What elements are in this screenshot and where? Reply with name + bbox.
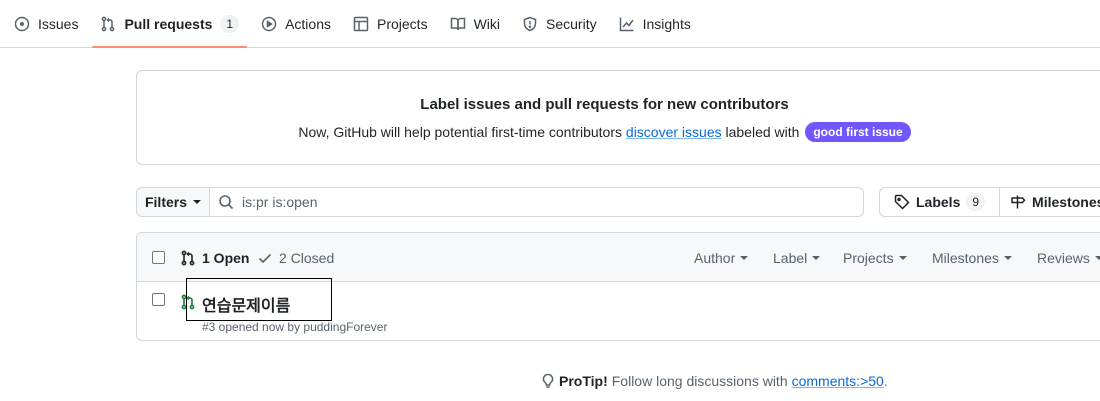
closed-filter[interactable]: 2 Closed: [257, 250, 334, 266]
pr-meta: #3 opened now by puddingForever: [202, 320, 388, 334]
banner-desc-before: Now, GitHub will help potential first-ti…: [298, 124, 623, 140]
list-header: 1 Open 2 Closed Author Label Projects Mi…: [137, 233, 1100, 282]
reviews-filter-label: Reviews: [1037, 250, 1090, 266]
caret-down-icon: [812, 256, 821, 260]
row-checkbox[interactable]: [152, 293, 165, 306]
graph-icon: [619, 17, 634, 31]
protip-lead: ProTip!: [559, 373, 608, 389]
caret-down-icon: [1003, 256, 1012, 260]
tab-issues-label: Issues: [38, 15, 79, 32]
good-first-issue-label[interactable]: good first issue: [805, 122, 911, 142]
protip-text: Follow long discussions with: [611, 373, 788, 389]
milestone-icon: [1011, 195, 1026, 209]
git-pull-request-icon: [181, 250, 195, 266]
label-filter-label: Label: [773, 250, 808, 266]
milestones-filter[interactable]: Milestones: [932, 250, 1012, 266]
reviews-filter[interactable]: Reviews: [1037, 250, 1100, 266]
label-filter[interactable]: Label: [773, 250, 821, 266]
labels-button-label: Labels: [916, 194, 961, 210]
table-icon: [353, 16, 369, 31]
git-pull-request-icon: [102, 16, 115, 31]
author-filter-label: Author: [694, 250, 736, 266]
tab-wiki[interactable]: Wiki: [442, 0, 508, 47]
tab-insights-label: Insights: [642, 15, 691, 32]
milestones-filter-label: Milestones: [932, 250, 999, 266]
search-input[interactable]: [242, 194, 842, 210]
labels-count: 9: [966, 193, 986, 211]
tab-projects-label: Projects: [377, 15, 428, 32]
light-bulb-icon: [542, 373, 554, 388]
author-filter[interactable]: Author: [694, 250, 749, 266]
open-count-label: 1 Open: [202, 250, 250, 266]
discover-issues-link[interactable]: discover issues: [626, 124, 722, 140]
filters-button-label: Filters: [144, 194, 187, 210]
projects-filter[interactable]: Projects: [843, 250, 907, 266]
tab-wiki-label: Wiki: [473, 15, 501, 32]
banner-title: Label issues and pull requests for new c…: [420, 96, 789, 113]
issue-opened-icon: [14, 16, 30, 31]
filter-bar: Filters: [136, 187, 864, 217]
tab-issues[interactable]: Issues: [6, 0, 86, 47]
tab-pull-requests[interactable]: Pull requests 1: [92, 0, 247, 48]
open-filter[interactable]: 1 Open: [180, 250, 249, 266]
shield-icon: [523, 16, 537, 31]
comments-filter-link[interactable]: comments:>50: [792, 373, 884, 389]
milestones-button-label: Milestones: [1032, 194, 1100, 210]
repo-nav: Issues Pull requests 1 Actions Projects …: [0, 0, 1100, 48]
protip-end: .: [883, 373, 888, 389]
check-icon: [258, 253, 272, 264]
projects-filter-label: Projects: [843, 250, 894, 266]
tab-actions-label: Actions: [285, 15, 331, 32]
pull-requests-count: 1: [220, 14, 240, 33]
banner-desc-after: labeled with: [725, 124, 800, 140]
banner-description: Now, GitHub will help potential first-ti…: [137, 122, 1072, 142]
table-row[interactable]: 연습문제이름 #3 opened now by puddingForever: [137, 278, 1100, 340]
caret-down-icon: [193, 200, 201, 204]
caret-down-icon: [740, 256, 749, 260]
tab-insights[interactable]: Insights: [611, 0, 699, 47]
milestones-button[interactable]: Milestones 0: [999, 188, 1100, 216]
select-all-checkbox[interactable]: [152, 251, 165, 264]
caret-down-icon: [1094, 256, 1100, 260]
caret-down-icon: [898, 256, 907, 260]
pull-request-list: 1 Open 2 Closed Author Label Projects Mi…: [136, 232, 1100, 341]
tab-security-label: Security: [546, 15, 597, 32]
search-icon: [219, 195, 234, 210]
tab-actions[interactable]: Actions: [253, 0, 339, 47]
labels-button[interactable]: Labels 9: [880, 188, 999, 216]
closed-count-label: 2 Closed: [279, 250, 335, 266]
tab-projects[interactable]: Projects: [345, 0, 436, 47]
new-contributors-banner: Label issues and pull requests for new c…: [136, 70, 1100, 165]
protip-content: ProTip! Follow long discussions with com…: [541, 373, 888, 389]
filters-button[interactable]: Filters: [137, 188, 210, 216]
search-box: [210, 188, 863, 216]
tab-security[interactable]: Security: [514, 0, 605, 47]
book-icon: [450, 17, 465, 30]
labels-milestones-group: Labels 9 Milestones 0: [879, 187, 1100, 217]
annotation-box: [186, 278, 332, 321]
tag-icon: [894, 194, 910, 210]
play-icon: [261, 16, 277, 31]
tab-pull-requests-label: Pull requests: [124, 15, 213, 32]
